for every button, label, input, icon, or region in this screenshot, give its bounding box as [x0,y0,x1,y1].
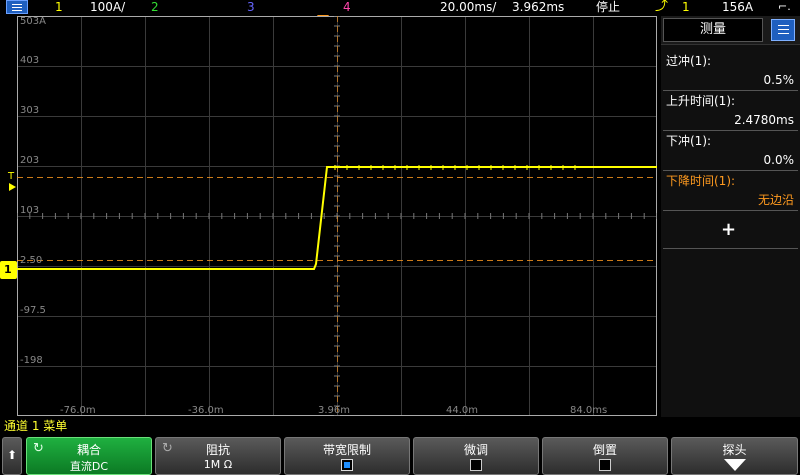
run-state: 停止 [596,0,621,14]
chevron-down-icon [724,459,746,471]
back-button[interactable]: ⬆ [2,437,22,475]
channel1-marker-label: 1 [4,263,12,276]
probe-title: 探头 [722,443,747,457]
timebase[interactable]: 20.00ms/ [440,0,496,14]
trigger-edge-icon: ⤴ [655,0,669,14]
y-axis-label: -198 [20,355,43,366]
x-axis-label: 84.0ms [570,405,608,416]
divider [663,130,798,131]
fine-softkey[interactable]: 微调 [413,437,539,475]
panel-header: 测量 [661,16,800,45]
status-bar: 1 100A/ 2 3 4 20.00ms/ 3.962ms 停止 ⤴ 1 15… [0,0,800,16]
rise-time-value: 2.4780ms [734,113,794,127]
overshoot-label: 过冲(1): [666,54,712,68]
divider [663,170,798,171]
y-axis-label: 403 [20,55,40,66]
coupling-value: 直流DC [69,460,109,473]
overshoot-value: 0.5% [763,73,795,87]
panel-menu-icon[interactable] [771,19,795,41]
x-axis-label: -76.0m [60,405,96,416]
probe-softkey[interactable]: 探头 [671,437,798,475]
impedance-value: 1M Ω [203,458,233,471]
impedance-title: 阻抗 [205,443,230,457]
impedance-softkey[interactable]: ↻ 阻抗 1M Ω [155,437,281,475]
y-axis-label: 203 [20,155,40,166]
channel-menu-title: 通道 1 菜单 [0,417,800,435]
invert-title: 倒置 [592,443,617,457]
undershoot-label: 下冲(1): [666,134,712,148]
add-measurement-button[interactable]: + [721,219,736,240]
ch4-number[interactable]: 4 [343,0,351,14]
x-axis-label: -36.0m [188,405,224,416]
divider [663,248,798,249]
invert-softkey[interactable]: 倒置 [542,437,668,475]
ch1-number[interactable]: 1 [55,0,63,14]
y-axis-label: 2.50 [20,255,43,266]
ch3-number[interactable]: 3 [247,0,255,14]
trigger-mode-icon: ⌐. [778,0,791,13]
back-arrow-icon: ⬆ [6,448,18,462]
trigger-level-arrow-icon [9,183,16,191]
y-axis-label: 503A [20,16,46,27]
trigger-source[interactable]: 1 [682,0,690,14]
x-axis-label: 44.0m [446,405,479,416]
x-axis-label: 3.96m [318,405,351,416]
divider [663,210,798,211]
waveform-display[interactable] [17,16,657,416]
ch1-scale[interactable]: 100A/ [90,0,125,14]
ch2-number[interactable]: 2 [151,0,159,14]
channel-menu-label: 通道 1 菜单 [4,419,68,433]
delay[interactable]: 3.962ms [512,0,564,14]
measurement-panel: 测量 过冲(1): 0.5% 上升时间(1): 2.4780ms 下冲(1): … [661,16,800,417]
tab-measure[interactable]: 测量 [663,18,763,42]
trigger-level[interactable]: 156A [722,0,753,14]
divider [663,90,798,91]
fall-time-label: 下降时间(1): [666,174,736,188]
y-axis-label: -97.5 [20,305,46,316]
coupling-title: 耦合 [76,443,101,457]
main-menu-icon[interactable] [6,0,28,14]
y-axis-label: 303 [20,105,40,116]
fine-title: 微调 [463,443,488,457]
fall-time-value: 无边沿 [757,193,794,207]
y-axis-label: 103 [20,205,40,216]
fine-checkbox[interactable] [470,459,482,471]
bandwidth-limit-softkey[interactable]: 带宽限制 [284,437,410,475]
channel1-ground-marker[interactable]: 1 [0,261,17,279]
undershoot-value: 0.0% [763,153,795,167]
waveform-ripple [334,165,576,170]
bandwidth-limit-checkbox[interactable] [341,459,353,471]
rise-time-label: 上升时间(1): [666,94,736,108]
invert-checkbox[interactable] [599,459,611,471]
trigger-level-marker[interactable]: T [8,171,14,182]
coupling-softkey[interactable]: ↻ 耦合 直流DC [26,437,152,475]
bandwidth-limit-title: 带宽限制 [322,443,371,457]
